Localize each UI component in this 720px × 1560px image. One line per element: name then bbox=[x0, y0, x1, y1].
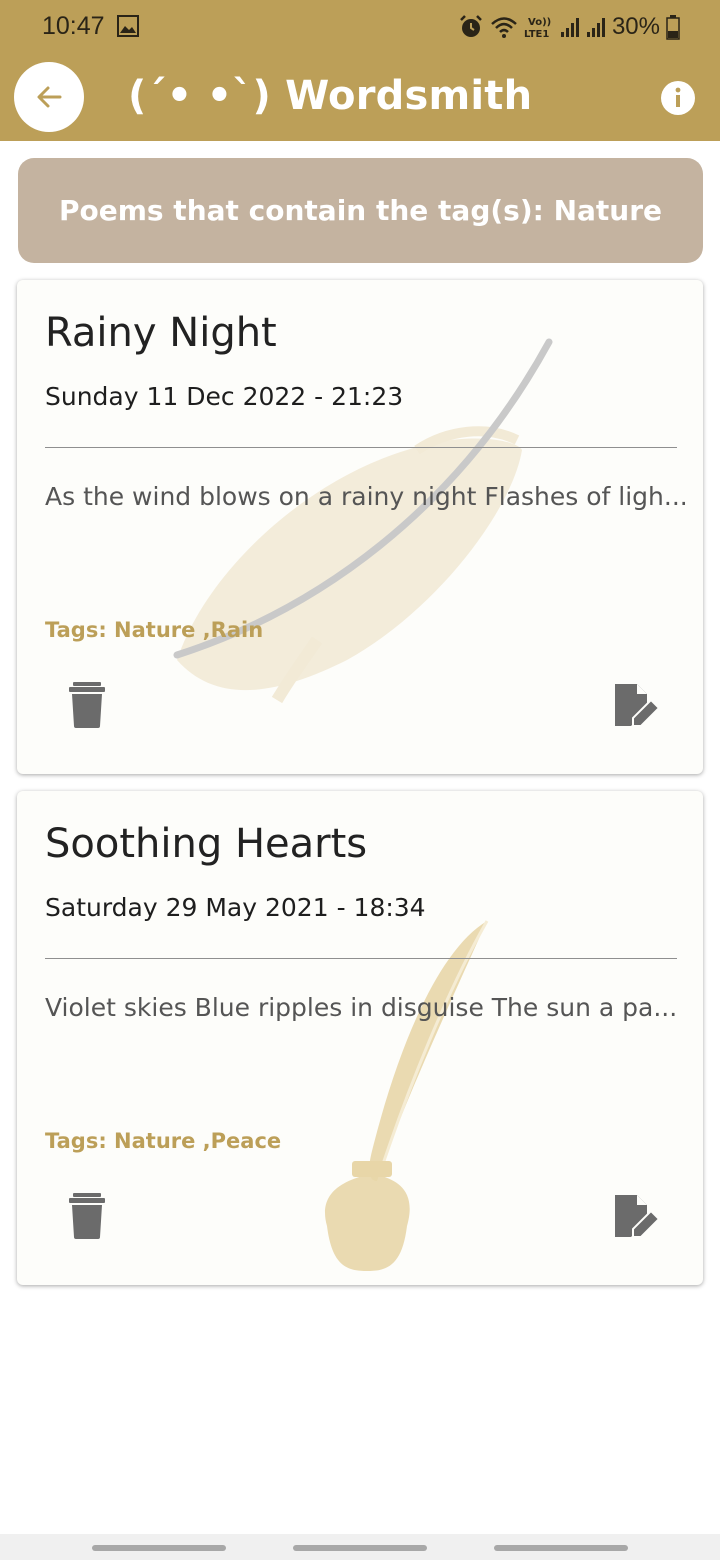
poem-tags: Tags: Nature ,Rain bbox=[45, 618, 264, 642]
info-icon[interactable] bbox=[660, 80, 696, 116]
delete-icon[interactable] bbox=[65, 680, 109, 730]
gallery-icon bbox=[117, 15, 139, 37]
poem-excerpt: As the wind blows on a rainy night Flash… bbox=[45, 482, 685, 511]
battery-icon bbox=[666, 15, 680, 40]
wifi-icon bbox=[491, 17, 517, 38]
status-bar: 10:47 Vo)) LTE1 30% bbox=[0, 0, 720, 56]
app-bar: (´• •`) Wordsmith bbox=[0, 56, 720, 141]
poem-tags: Tags: Nature ,Peace bbox=[45, 1129, 282, 1153]
back-button[interactable] bbox=[14, 62, 84, 132]
signal-icon bbox=[560, 18, 579, 37]
svg-text:LTE1: LTE1 bbox=[524, 29, 549, 40]
poem-card[interactable]: Rainy Night Sunday 11 Dec 2022 - 21:23 A… bbox=[17, 280, 703, 774]
arrow-left-icon bbox=[37, 86, 62, 108]
poem-title: Soothing Hearts bbox=[45, 821, 368, 867]
divider bbox=[45, 958, 677, 959]
poem-excerpt: Violet skies Blue ripples in disguise Th… bbox=[45, 993, 678, 1022]
status-time: 10:47 bbox=[42, 12, 105, 40]
edit-document-icon[interactable] bbox=[609, 1191, 661, 1243]
poem-card[interactable]: Soothing Hearts Saturday 29 May 2021 - 1… bbox=[17, 791, 703, 1285]
edit-document-icon[interactable] bbox=[609, 680, 661, 732]
svg-text:Vo)): Vo)) bbox=[528, 17, 551, 28]
battery-percentage: 30% bbox=[611, 13, 660, 40]
app-title: (´• •`) Wordsmith bbox=[128, 73, 533, 119]
status-icons: Vo)) LTE1 30% bbox=[458, 10, 680, 44]
poem-date: Sunday 11 Dec 2022 - 21:23 bbox=[45, 382, 404, 411]
gesture-nav-bar bbox=[0, 1534, 720, 1560]
volte-icon: Vo)) LTE1 bbox=[524, 17, 551, 40]
tag-filter-label: Poems that contain the tag(s): Nature bbox=[58, 194, 663, 227]
tag-filter-banner: Poems that contain the tag(s): Nature bbox=[18, 158, 703, 263]
alarm-icon bbox=[460, 15, 482, 37]
nav-home-handle[interactable] bbox=[293, 1545, 427, 1551]
delete-icon[interactable] bbox=[65, 1191, 109, 1241]
poem-date: Saturday 29 May 2021 - 18:34 bbox=[45, 893, 426, 922]
nav-back-handle[interactable] bbox=[494, 1545, 628, 1551]
signal-icon bbox=[586, 18, 605, 37]
poem-title: Rainy Night bbox=[45, 310, 277, 356]
divider bbox=[45, 447, 677, 448]
nav-recents-handle[interactable] bbox=[92, 1545, 226, 1551]
